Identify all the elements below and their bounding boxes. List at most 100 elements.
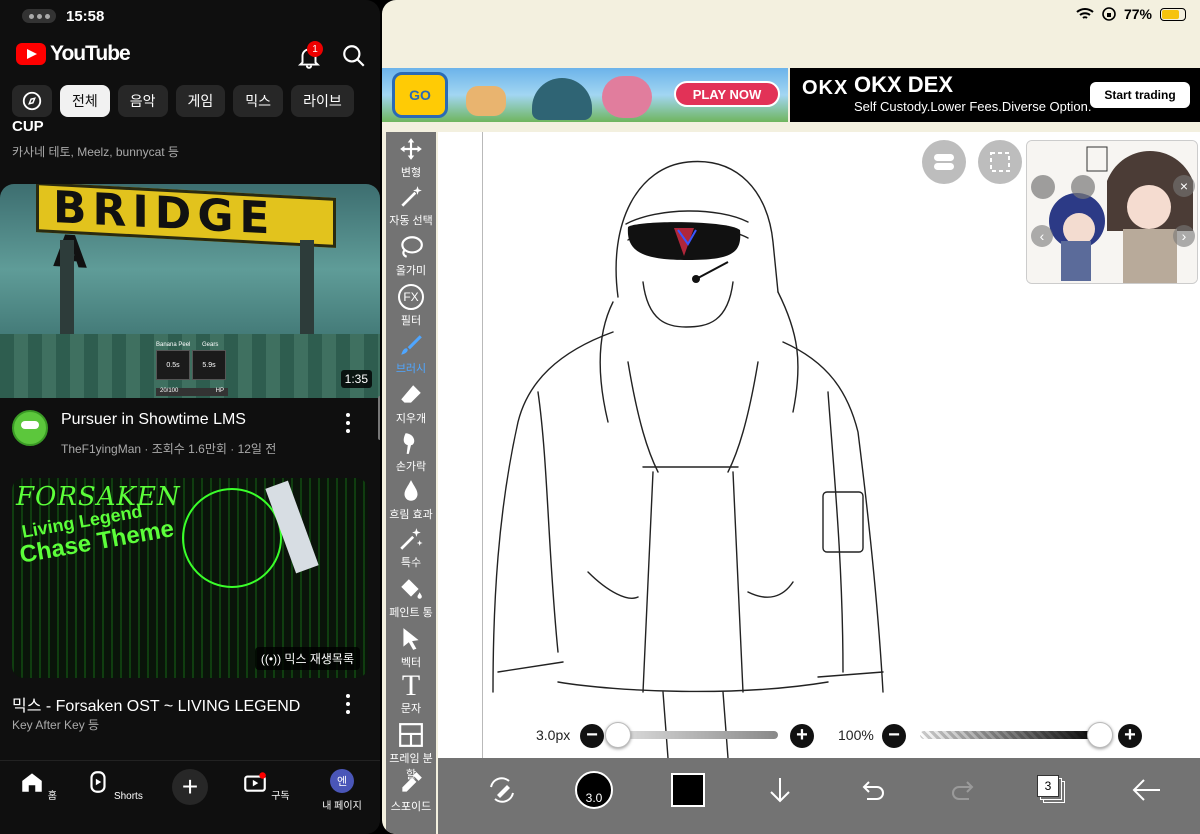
brush-size-thumb[interactable] — [605, 722, 631, 748]
battery-percent: 77% — [1123, 6, 1152, 22]
opacity-track[interactable] — [920, 722, 1113, 748]
youtube-play-icon — [16, 43, 46, 65]
orientation-lock-icon — [1102, 7, 1116, 21]
brush-size-track[interactable] — [605, 722, 778, 748]
brush-size-slider[interactable]: 3.0px − + — [532, 722, 822, 750]
nav-shorts[interactable]: Shorts — [84, 769, 144, 802]
broadcast-icon: ((•)) — [260, 652, 282, 666]
tool-label: 지우개 — [395, 413, 427, 425]
opacity-slider[interactable]: 100% − + — [838, 722, 1148, 750]
nav-home[interactable]: 홈 — [8, 769, 68, 802]
nav-profile[interactable]: 엔 내 페이지 — [312, 769, 372, 812]
nav-profile-label: 내 페이지 — [322, 801, 362, 812]
chip-music[interactable]: 음악 — [117, 85, 168, 117]
reference-more-icon[interactable] — [1071, 175, 1095, 199]
tool-bucket[interactable]: 페인트 통 — [386, 576, 436, 620]
channel-avatar[interactable] — [12, 410, 48, 446]
play-now-button[interactable]: PLAY NOW — [674, 81, 780, 107]
undo-button[interactable] — [850, 768, 894, 812]
opacity-plus-icon[interactable]: + — [1118, 724, 1142, 748]
hud-label-1: Banana Peel — [156, 342, 191, 348]
previous-video-channels: 카사네 테토, Meelz, bunnycat 등 — [12, 145, 179, 159]
tool-label: 스포이드 — [390, 801, 432, 813]
opacity-gradient — [920, 731, 1100, 739]
explore-chip[interactable] — [12, 85, 52, 117]
tool-vector[interactable]: 벡터 — [386, 626, 436, 670]
search-icon[interactable] — [341, 43, 367, 69]
multitask-dots-icon[interactable] — [22, 9, 56, 23]
tool-label: 흐림 효과 — [389, 509, 433, 521]
chip-mix[interactable]: 믹스 — [233, 85, 284, 117]
tool-transform[interactable]: 변형 — [386, 136, 436, 180]
tool-lasso[interactable]: 올가미 — [386, 234, 436, 278]
ad-banner-okx[interactable]: OKX OKX DEX Self Custody.Lower Fees.Dive… — [790, 68, 1200, 122]
tool-blur[interactable]: 흐림 효과 — [386, 478, 436, 522]
brush-chip[interactable]: 3.0 — [572, 768, 616, 812]
more-options-icon[interactable] — [345, 413, 351, 433]
chip-gaming[interactable]: 게임 — [175, 85, 226, 117]
color-swatch[interactable] — [666, 768, 710, 812]
special-icon — [400, 528, 423, 550]
start-trading-button[interactable]: Start trading — [1090, 82, 1190, 108]
thumbnail-figure — [182, 488, 282, 588]
ad-banner-pokemon-go[interactable]: GO PLAY NOW — [382, 68, 788, 122]
chip-all[interactable]: 전체 — [60, 85, 110, 117]
mix-playlist-badge: ((•)) 믹스 재생목록 — [254, 647, 360, 670]
mix-badge-label: 믹스 재생목록 — [284, 652, 354, 666]
hud-hp-label: HP — [215, 388, 224, 394]
more-options-icon[interactable] — [345, 694, 351, 714]
pokemon-go-logo: GO — [392, 72, 448, 118]
previous-video-title[interactable]: CUP — [12, 118, 44, 135]
toggle-panel-button[interactable] — [922, 140, 966, 184]
okx-logo: OKX — [802, 77, 849, 99]
tool-text[interactable]: T 문자 — [386, 671, 436, 716]
tool-label: 필터 — [400, 315, 422, 327]
tool-magic-wand[interactable]: 자동 선택 — [386, 184, 436, 228]
video-title[interactable]: Pursuer in Showtime LMS — [61, 411, 246, 429]
brush-size-minus-icon[interactable]: − — [580, 724, 604, 748]
video-meta: Key After Key 등 — [12, 718, 100, 732]
create-plus-icon[interactable]: + — [172, 769, 208, 805]
tool-filter[interactable]: FX 필터 — [386, 284, 436, 328]
ad-character — [466, 86, 506, 116]
back-button[interactable] — [1124, 768, 1168, 812]
nav-subscriptions[interactable]: 구독 — [236, 769, 296, 802]
scrollbar[interactable] — [378, 396, 380, 440]
reference-next-icon[interactable]: › — [1173, 225, 1195, 247]
reference-menu-icon[interactable] — [1031, 175, 1055, 199]
youtube-logo[interactable]: YouTube — [16, 42, 131, 66]
redo-button[interactable] — [942, 768, 986, 812]
reference-close-icon[interactable]: × — [1173, 175, 1195, 197]
reference-image — [1027, 141, 1197, 283]
nav-subscriptions-label: 구독 — [271, 791, 290, 802]
tool-label: 자동 선택 — [389, 215, 433, 227]
notification-badge: 1 — [307, 41, 323, 57]
youtube-app: 15:58 YouTube 1 전체 음악 게임 믹스 라이브 CUP 카사네 … — [0, 0, 380, 834]
video-thumbnail-forsaken[interactable]: FORSAKEN Living Legend Chase Theme ((•))… — [12, 478, 368, 678]
profile-icon: 엔 — [330, 769, 354, 793]
layers-button[interactable]: 3 — [1030, 768, 1074, 812]
selection-button[interactable] — [978, 140, 1022, 184]
tool-brush[interactable]: 브러시 — [386, 332, 436, 376]
opacity-minus-icon[interactable]: − — [882, 724, 906, 748]
tool-label: 페인트 통 — [389, 607, 433, 619]
tool-smudge[interactable]: 손가락 — [386, 430, 436, 474]
arrow-down-icon — [770, 778, 790, 803]
opacity-thumb[interactable] — [1087, 722, 1113, 748]
reference-window[interactable]: × ‹ › — [1026, 140, 1198, 284]
tool-label: 손가락 — [395, 461, 427, 473]
vector-icon — [403, 628, 419, 650]
tool-special[interactable]: 특수 — [386, 526, 436, 570]
reference-prev-icon[interactable]: ‹ — [1031, 225, 1053, 247]
chip-live[interactable]: 라이브 — [291, 85, 354, 117]
swap-tool-button[interactable] — [480, 768, 524, 812]
download-button[interactable] — [758, 768, 802, 812]
tool-eyedropper[interactable]: 스포이드 — [386, 770, 436, 814]
tool-label: 브러시 — [395, 363, 427, 375]
shorts-icon — [90, 771, 106, 793]
brush-size-plus-icon[interactable]: + — [790, 724, 814, 748]
tool-label: 문자 — [400, 703, 422, 715]
video-title[interactable]: 믹스 - Forsaken OST ~ LIVING LEGEND — [12, 692, 300, 716]
tool-eraser[interactable]: 지우개 — [386, 382, 436, 426]
video-thumbnail-pursuer[interactable]: BRIDGE A Banana Peel Gears 0.5s 5.9s 20/… — [0, 184, 380, 398]
